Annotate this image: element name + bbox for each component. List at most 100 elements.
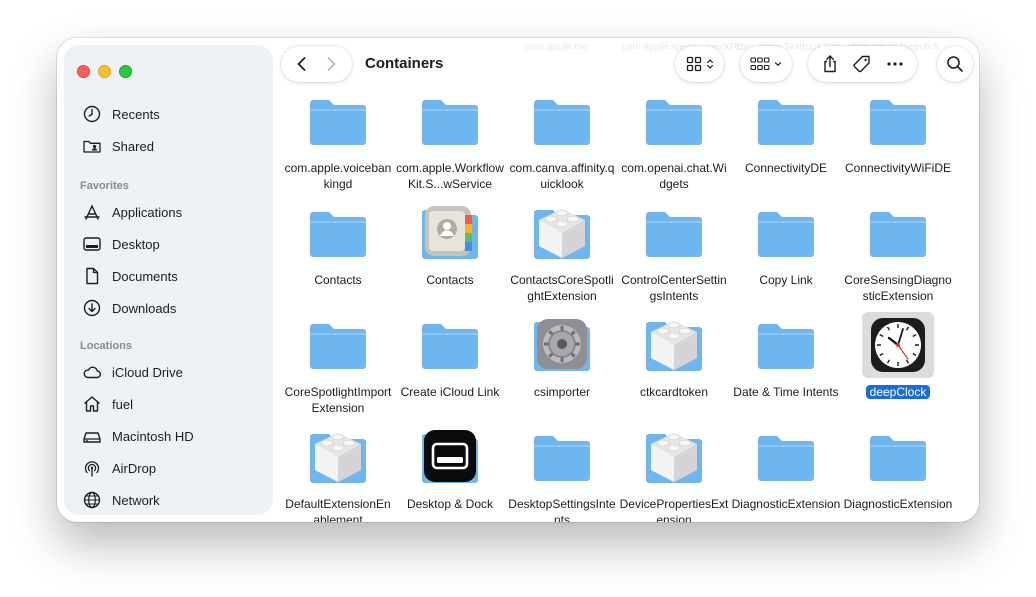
file-label: DesktopSettingsIntents [507,496,617,522]
home-icon [81,393,103,415]
file-label: DevicePropertiesExtension [619,496,729,522]
folder-icon [646,212,702,257]
file-name: ControlCenterSettingsIntents [621,273,727,303]
group-icon [750,57,770,71]
sidebar-item-desktop[interactable]: Desktop [65,228,272,260]
file-thumbnail [750,312,822,378]
grid-view-icon [686,56,701,72]
action-controls [808,46,917,82]
file-thumbnail [302,312,374,378]
globe-icon [81,489,103,511]
sidebar-item-downloads[interactable]: Downloads [65,292,272,324]
view-mode-button[interactable] [675,46,724,82]
desktop-icon [81,233,103,255]
search-button[interactable] [937,46,973,82]
contacts-app-icon [422,206,478,259]
clock-icon [81,103,103,125]
file-name: com.openai.chat.Widgets [621,161,727,191]
group-by-button[interactable] [740,46,792,82]
minimize-window-button[interactable] [98,65,111,78]
sidebar-item-home[interactable]: fuel [65,388,272,420]
sidebar: Recents Shared Favorites Applications De… [65,46,272,514]
sidebar-item-label: Downloads [112,300,177,316]
more-button[interactable] [886,61,904,67]
file-name: ConnectivityWiFiDE [844,161,952,175]
cloud-icon [81,361,103,383]
file-name: com.canva.affinity.quicklook [509,161,615,191]
extension-icon [534,209,590,259]
sidebar-item-label: fuel [112,396,133,412]
sidebar-item-applications[interactable]: Applications [65,196,272,228]
file-label: Copy Link [731,272,841,288]
gear-icon [534,319,590,371]
back-button[interactable] [290,52,314,76]
share-button[interactable] [821,54,839,74]
sidebar-item-label: AirDrop [112,460,157,476]
file-name: CoreSensingDiagnosticExtension [844,273,952,303]
file-thumbnail [526,88,598,154]
file-thumbnail [638,312,710,378]
sidebar-item-documents[interactable]: Documents [65,260,272,292]
file-thumbnail [302,88,374,154]
chevron-down-icon [774,62,782,67]
file-label: CoreSensingDiagnosticExtension [843,272,953,304]
file-label: Desktop & Dock [395,496,505,512]
share-icon [824,55,836,73]
forward-button[interactable] [319,52,343,76]
file-name: ctkcardtoken [639,385,709,399]
file-thumbnail [414,312,486,378]
desktop-dock-icon [422,430,478,483]
file-name: DefaultExtensionEnablement [285,497,391,522]
close-window-button[interactable] [77,65,90,78]
file-thumbnail [862,312,934,378]
file-name: Create iCloud Link [400,385,500,399]
file-label: CoreSpotlightImportExtension [283,384,393,416]
file-label: ControlCenterSettingsIntents [619,272,729,304]
file-thumbnail [638,424,710,490]
folder-icon [870,436,926,481]
toolbar: com.apple.me com.apple.speec...rverXPC c… [279,38,979,92]
ellipsis-icon [887,62,903,66]
sidebar-item-airdrop[interactable]: AirDrop [65,452,272,484]
locations-heading: Locations [80,340,132,352]
folder-icon [422,324,478,369]
file-label: csimporter [507,384,617,400]
file-label: DiagnosticExtension [731,496,841,512]
file-name: Copy Link [759,273,813,287]
sidebar-item-label: Applications [112,204,183,220]
extension-icon [646,321,702,371]
file-thumbnail [750,424,822,490]
chevron-left-icon [297,57,306,71]
sidebar-item-shared[interactable]: Shared [65,130,272,162]
sidebar-favorites-section: Favorites Applications Desktop Documents [65,176,272,324]
file-name: Contacts [426,273,474,287]
file-thumbnail [302,424,374,490]
file-label: DiagnosticExtension [843,496,953,512]
sidebar-item-macintosh-hd[interactable]: Macintosh HD [65,420,272,452]
file-thumbnail [862,424,934,490]
sidebar-item-icloud-drive[interactable]: iCloud Drive [65,356,272,388]
disk-icon [81,425,103,447]
file-thumbnail [414,200,486,266]
file-label: ConnectivityDE [731,160,841,176]
file-label: Contacts [283,272,393,288]
chevron-right-icon [327,57,336,71]
sidebar-item-network[interactable]: Network [65,484,272,514]
window-controls [77,65,132,78]
file-name: deepClock [865,385,931,399]
folder-icon [870,100,926,145]
applications-icon [81,201,103,223]
download-icon [81,297,103,319]
sidebar-item-label: Macintosh HD [112,428,194,444]
finder-window: Recents Shared Favorites Applications De… [57,38,979,522]
folder-icon [758,436,814,481]
file-label: com.apple.WorkflowKit.S...wService [395,160,505,192]
tag-button[interactable] [852,54,872,74]
sidebar-item-recents[interactable]: Recents [65,98,272,130]
sidebar-top-section: Recents Shared [65,98,272,162]
file-name: Desktop & Dock [406,497,494,511]
file-thumbnail [750,200,822,266]
favorites-heading: Favorites [80,180,129,192]
zoom-window-button[interactable] [119,65,132,78]
sidebar-item-label: Desktop [112,236,160,252]
